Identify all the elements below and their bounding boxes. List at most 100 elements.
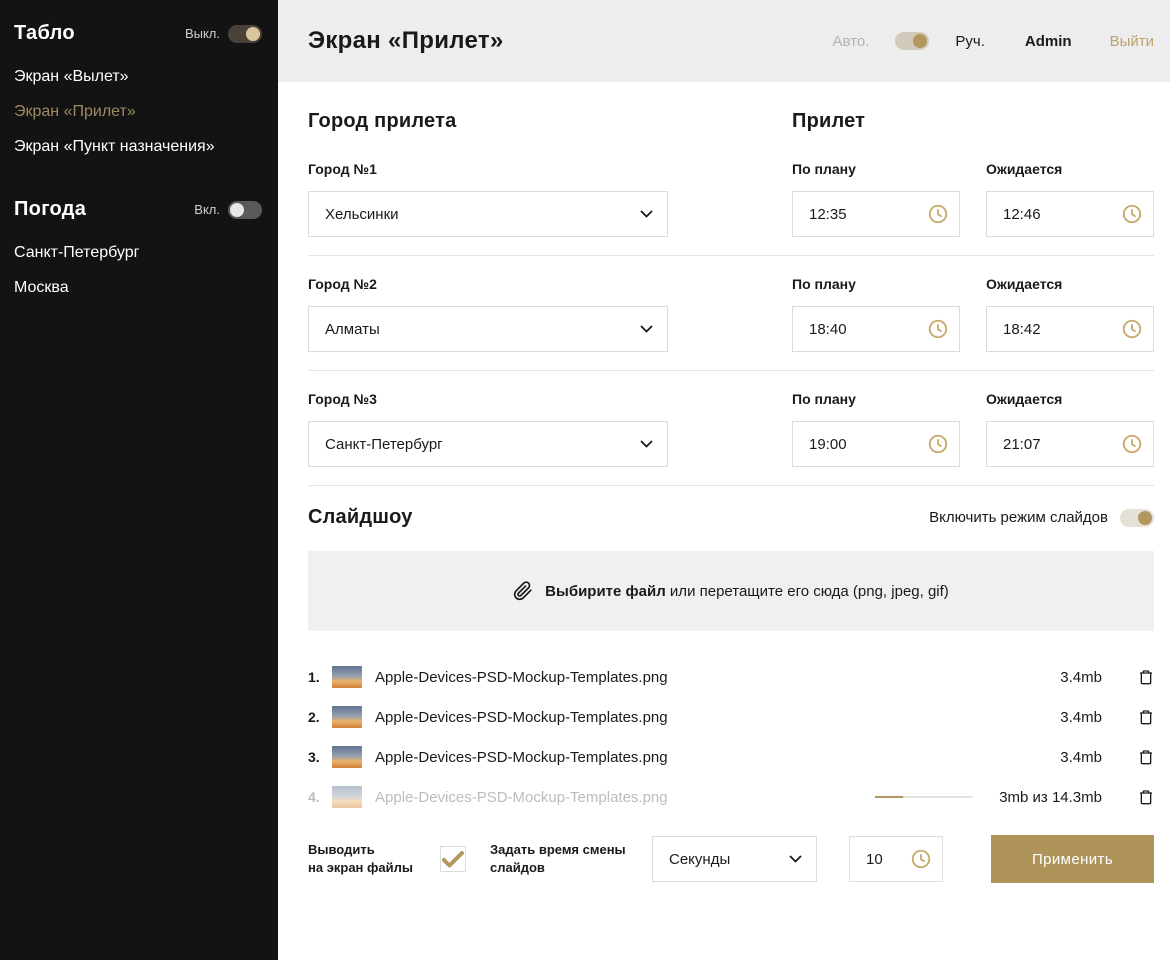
apply-button[interactable]: Применить	[991, 835, 1154, 883]
dropzone-text-bold: Выбирите файл	[545, 583, 666, 600]
trash-icon	[1138, 668, 1154, 686]
file-index: 2.	[308, 709, 332, 725]
file-name: Apple-Devices-PSD-Mockup-Templates.png	[375, 749, 668, 766]
chevron-down-icon	[640, 440, 653, 448]
file-index: 3.	[308, 749, 332, 765]
slideshow-toggle-knob	[1138, 511, 1152, 525]
plan-2-input[interactable]	[792, 306, 960, 352]
chevron-down-icon	[640, 210, 653, 218]
file-size: 3.4mb	[1060, 709, 1102, 726]
arrival-row-3-labels: Город №3 По плану Ожидается	[308, 391, 1154, 407]
sidebar-section-tablo-header: Табло Выкл.	[14, 22, 262, 45]
weather-toggle-group: Вкл.	[194, 201, 262, 219]
tablo-toggle[interactable]	[228, 25, 262, 43]
city-3-select[interactable]: Санкт-Петербург	[308, 421, 668, 467]
plan-1-input[interactable]	[792, 191, 960, 237]
upload-progress-bar	[875, 796, 973, 798]
expected-3-input[interactable]	[986, 421, 1154, 467]
time-unit-select-value: Секунды	[669, 851, 730, 868]
sidebar-nav-screens: Экран «Вылет» Экран «Прилет» Экран «Пунк…	[14, 59, 262, 164]
city-1-select[interactable]: Хельсинки	[308, 191, 668, 237]
slideshow-header: Слайдшоу Включить режим слайдов	[308, 506, 1154, 529]
sidebar-item-weather-spb[interactable]: Санкт-Петербург	[14, 235, 262, 270]
sidebar-item-weather-moscow[interactable]: Москва	[14, 270, 262, 305]
plan-2-label: По плану	[792, 276, 960, 292]
file-thumbnail	[332, 706, 362, 728]
plan-1-field	[792, 191, 960, 237]
plan-3-input[interactable]	[792, 421, 960, 467]
display-files-label-line1: Выводить	[308, 841, 440, 859]
slideshow-toggle-label: Включить режим слайдов	[929, 509, 1108, 526]
upload-progress-fill	[875, 796, 902, 798]
arrivals-column-titles: Город прилета Прилет	[308, 110, 1154, 133]
file-thumbnail	[332, 746, 362, 768]
delete-file-button[interactable]	[1138, 708, 1154, 726]
slide-time-label-line1: Задать время смены	[490, 841, 642, 859]
file-size: 3.4mb	[1060, 669, 1102, 686]
tablo-toggle-knob	[246, 27, 260, 41]
expected-2-field	[986, 306, 1154, 352]
arrival-row-3-controls: Санкт-Петербург	[308, 421, 1154, 467]
file-row-4-uploading: 4. Apple-Devices-PSD-Mockup-Templates.pn…	[308, 777, 1154, 817]
content: Город прилета Прилет Город №1 По плану О…	[278, 82, 1170, 883]
header-controls: Авто. Руч. Admin Выйти	[833, 32, 1154, 50]
city-2-label: Город №2	[308, 276, 668, 292]
interval-input[interactable]	[849, 836, 943, 882]
user-name: Admin	[1025, 33, 1072, 50]
weather-toggle-label: Вкл.	[194, 202, 220, 217]
file-name: Apple-Devices-PSD-Mockup-Templates.png	[375, 669, 668, 686]
file-list: 1. Apple-Devices-PSD-Mockup-Templates.pn…	[308, 657, 1154, 817]
expected-1-label: Ожидается	[986, 161, 1154, 177]
upload-progress-text: 3mb из 14.3mb	[999, 789, 1102, 806]
sidebar: Табло Выкл. Экран «Вылет» Экран «Прилет»…	[0, 0, 278, 960]
dropzone-text: Выбирите файл или перетащите его сюда (p…	[545, 583, 949, 600]
sidebar-title-weather: Погода	[14, 198, 86, 221]
manual-mode-label: Руч.	[955, 33, 985, 50]
page-title: Экран «Прилет»	[308, 27, 504, 55]
file-row-1: 1. Apple-Devices-PSD-Mockup-Templates.pn…	[308, 657, 1154, 697]
city-1-select-value: Хельсинки	[325, 206, 399, 223]
expected-3-label: Ожидается	[986, 391, 1154, 407]
file-name: Apple-Devices-PSD-Mockup-Templates.png	[375, 709, 668, 726]
file-dropzone[interactable]: Выбирите файл или перетащите его сюда (p…	[308, 551, 1154, 631]
slide-time-label: Задать время смены слайдов	[490, 841, 642, 877]
divider	[308, 485, 1154, 486]
chevron-down-icon	[789, 855, 802, 863]
sidebar-item-screen-destination[interactable]: Экран «Пункт назначения»	[14, 129, 262, 164]
sidebar-item-screen-departure[interactable]: Экран «Вылет»	[14, 59, 262, 94]
display-files-checkbox[interactable]	[440, 846, 466, 872]
delete-file-button[interactable]	[1138, 748, 1154, 766]
app-window: Табло Выкл. Экран «Вылет» Экран «Прилет»…	[0, 0, 1170, 960]
plan-3-label: По плану	[792, 391, 960, 407]
trash-icon	[1138, 708, 1154, 726]
city-2-select[interactable]: Алматы	[308, 306, 668, 352]
logout-link[interactable]: Выйти	[1110, 33, 1154, 50]
slideshow-toggle[interactable]	[1120, 509, 1154, 527]
city-3-select-value: Санкт-Петербург	[325, 436, 443, 453]
plan-1-label: По плану	[792, 161, 960, 177]
file-index: 4.	[308, 789, 332, 805]
arrival-row-2-labels: Город №2 По плану Ожидается	[308, 276, 1154, 292]
dropzone-text-rest: или перетащите его сюда (png, jpeg, gif)	[666, 583, 949, 600]
city-3-label: Город №3	[308, 391, 668, 407]
delete-file-button[interactable]	[1138, 668, 1154, 686]
expected-2-input[interactable]	[986, 306, 1154, 352]
divider	[308, 255, 1154, 256]
slide-time-label-line2: слайдов	[490, 859, 642, 877]
weather-toggle-knob	[230, 203, 244, 217]
arrival-row-1: Город №1 По плану Ожидается Хельсинки	[308, 161, 1154, 256]
divider	[308, 370, 1154, 371]
paperclip-icon	[513, 581, 533, 601]
sidebar-item-screen-arrival[interactable]: Экран «Прилет»	[14, 94, 262, 129]
file-name: Apple-Devices-PSD-Mockup-Templates.png	[375, 789, 668, 806]
weather-toggle[interactable]	[228, 201, 262, 219]
time-unit-select[interactable]: Секунды	[652, 836, 817, 882]
file-index: 1.	[308, 669, 332, 685]
delete-file-button[interactable]	[1138, 788, 1154, 806]
auto-manual-toggle[interactable]	[895, 32, 929, 50]
expected-1-input[interactable]	[986, 191, 1154, 237]
check-icon	[442, 851, 464, 868]
file-thumbnail	[332, 666, 362, 688]
sidebar-nav-weather: Санкт-Петербург Москва	[14, 235, 262, 305]
auto-manual-toggle-knob	[913, 34, 927, 48]
